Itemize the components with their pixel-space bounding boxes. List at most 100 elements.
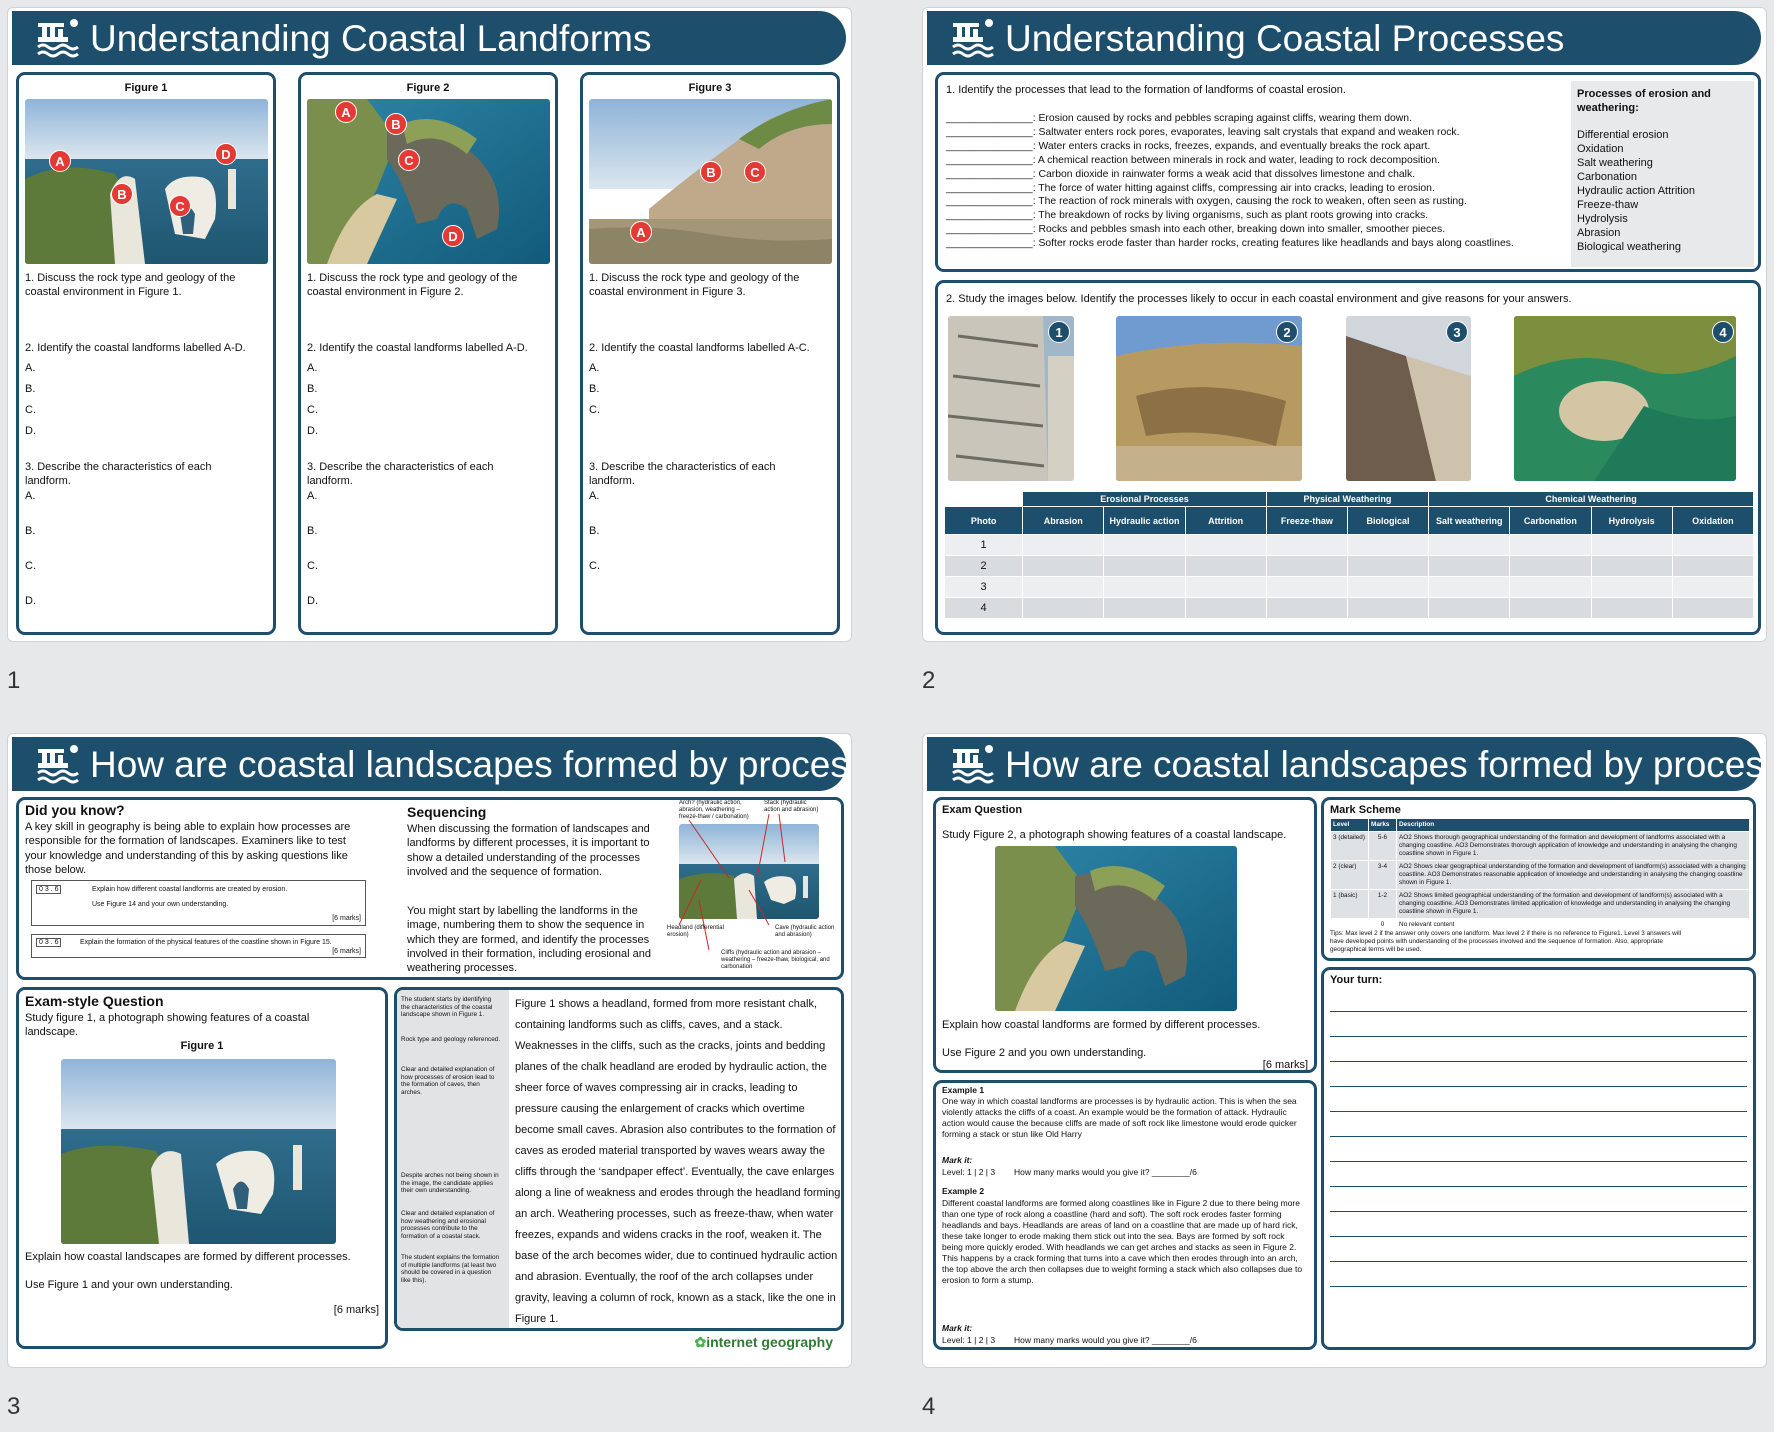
answer-blank[interactable]: _______________: [946, 155, 1033, 166]
answer-line[interactable]: [1330, 1186, 1747, 1187]
mark-scheme-title: Mark Scheme: [1330, 804, 1401, 816]
table-row: 2: [943, 555, 1755, 577]
your-turn-panel[interactable]: Your turn:: [1321, 967, 1756, 1350]
answer-blank[interactable]: _______________: [946, 238, 1033, 249]
answer-line[interactable]: [1330, 1286, 1747, 1287]
answer-cell[interactable]: [1265, 534, 1348, 556]
answer-blank[interactable]: _______________: [946, 210, 1033, 221]
example-1-title: Example 1: [942, 1085, 985, 1095]
answer-cell[interactable]: [1022, 534, 1105, 556]
answer-cell[interactable]: [1509, 555, 1592, 577]
answer-cell[interactable]: [1184, 576, 1267, 598]
figure-title: Figure 3: [688, 82, 732, 94]
answer-cell[interactable]: [1590, 534, 1673, 556]
marker-c: C: [169, 195, 191, 217]
answer-cell[interactable]: [1184, 534, 1267, 556]
answer-blank[interactable]: _______________: [946, 183, 1033, 194]
answer-cell[interactable]: [1265, 555, 1348, 577]
question-code: 0 3 . 6: [36, 885, 62, 894]
answer-cell[interactable]: [1103, 597, 1186, 619]
table-row: 1 (basic) 1-2 AO2 Shows limited geographic…: [1330, 889, 1750, 919]
answer-cell[interactable]: [1428, 534, 1511, 556]
coastal-logo-icon: [36, 741, 82, 787]
row-photo-number: 1: [943, 534, 1024, 556]
answer-cell[interactable]: [1103, 576, 1186, 598]
answer-line[interactable]: [1330, 1136, 1747, 1137]
question-1: 1. Identify the processes that lead to t…: [946, 84, 1346, 96]
brand-logo: ✿internet geography: [694, 1334, 833, 1351]
answer-blank[interactable]: _______________: [946, 113, 1033, 124]
answer-cell[interactable]: [1346, 555, 1430, 577]
answer-cell[interactable]: [1103, 555, 1186, 577]
answer-line[interactable]: [1330, 1211, 1747, 1212]
answer-line[interactable]: [1330, 1086, 1747, 1087]
answer-blank[interactable]: _______________: [946, 127, 1033, 138]
mark-scheme-table: Level Marks Description 3 (detailed) 5-6 AO2…: [1330, 818, 1750, 932]
word-bank-item: Freeze-thaw: [1577, 198, 1639, 211]
answer-cell[interactable]: [1346, 576, 1430, 598]
column-header: Biological: [1346, 506, 1430, 535]
answer-line[interactable]: [1330, 1161, 1747, 1162]
marks: [6 marks]: [332, 948, 361, 955]
question-text: Use Figure 14 and your own understanding…: [92, 901, 229, 908]
answer-line[interactable]: [1330, 1036, 1747, 1037]
answer-cell[interactable]: [1509, 534, 1592, 556]
description-cell: AO2 Shows clear geographical understandi…: [1396, 860, 1750, 890]
question-2: 2. Study the images below. Identify the …: [946, 293, 1572, 305]
answer-blank[interactable]: _______________: [946, 224, 1033, 235]
answer-cell[interactable]: [1428, 555, 1511, 577]
exam-style-title: Exam-style Question: [25, 993, 164, 1009]
answer-cell[interactable]: [1022, 597, 1105, 619]
slide-2[interactable]: Understanding Coastal Processes 1. Ident…: [922, 7, 1767, 642]
example-1-text: One way in which coastal landforms are p…: [942, 1096, 1297, 1140]
answer-blank[interactable]: _______________: [946, 169, 1033, 180]
answer-cell[interactable]: [1671, 576, 1755, 598]
marker-d: D: [215, 143, 237, 165]
answer-cell[interactable]: [1265, 597, 1348, 619]
answer-cell[interactable]: [1022, 576, 1105, 598]
column-header: Carbonation: [1509, 506, 1592, 535]
answer-cell[interactable]: [1590, 576, 1673, 598]
question-3: 3. Describe the characteristics of each …: [589, 461, 776, 488]
slide-3[interactable]: How are coastal landscapes formed by pro…: [7, 733, 852, 1368]
exam-style-use: Use Figure 1 and your own understanding.: [25, 1279, 233, 1291]
row-photo-number: 4: [943, 597, 1024, 619]
marker-b: B: [111, 183, 133, 205]
answer-letter: D.: [25, 595, 36, 607]
definition-item: _______________: The breakdown of rocks …: [946, 209, 1576, 223]
answer-cell[interactable]: [1184, 597, 1267, 619]
answer-cell[interactable]: [1590, 555, 1673, 577]
answer-cell[interactable]: [1346, 534, 1430, 556]
slide-1[interactable]: Understanding Coastal Landforms Figure 1…: [7, 7, 852, 642]
answer-line[interactable]: [1330, 1011, 1747, 1012]
answer-line[interactable]: [1330, 1261, 1747, 1262]
answer-letter: D.: [307, 595, 318, 607]
answer-line[interactable]: [1330, 1236, 1747, 1237]
word-bank-item: Differential erosion: [1577, 128, 1669, 141]
answer-blank[interactable]: _______________: [946, 196, 1033, 207]
coastal-logo-icon: [951, 741, 997, 787]
answer-cell[interactable]: [1022, 555, 1105, 577]
answer-line[interactable]: [1330, 1111, 1747, 1112]
answer-cell[interactable]: [1428, 576, 1511, 598]
answer-cell[interactable]: [1671, 555, 1755, 577]
answer-letter: C.: [307, 404, 318, 416]
answer-cell[interactable]: [1509, 576, 1592, 598]
answer-cell[interactable]: [1590, 597, 1673, 619]
slide-4[interactable]: How are coastal landscapes formed by pro…: [922, 733, 1767, 1368]
answer-cell[interactable]: [1671, 597, 1755, 619]
answer-cell[interactable]: [1346, 597, 1430, 619]
answer-cell[interactable]: [1184, 555, 1267, 577]
exam-style-question-panel: Exam-style Question Study figure 1, a ph…: [16, 987, 388, 1349]
answer-cell[interactable]: [1428, 597, 1511, 619]
answer-cell[interactable]: [1509, 597, 1592, 619]
answer-blank[interactable]: _______________: [946, 141, 1033, 152]
answer-cell[interactable]: [1265, 576, 1348, 598]
answer-line[interactable]: [1330, 1061, 1747, 1062]
exam-style-text: Study figure 1, a photograph showing fea…: [25, 1012, 310, 1039]
question-1: 1. Discuss the rock type and geology of …: [307, 272, 518, 299]
description-cell: AO2 Shows limited geographical understan…: [1396, 889, 1750, 919]
answer-cell[interactable]: [1103, 534, 1186, 556]
answer-cell[interactable]: [1671, 534, 1755, 556]
definition-item: _______________: Erosion caused by rocks…: [946, 112, 1576, 126]
